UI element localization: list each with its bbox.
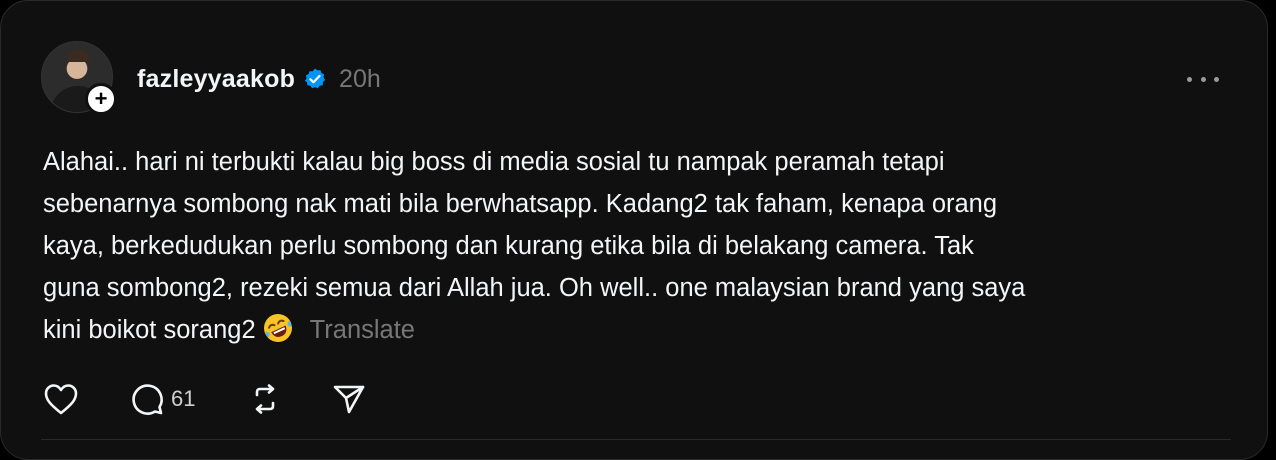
post-text-line: sebenarnya sombong nak mati bila berwhat…: [43, 190, 998, 218]
post-card: + fazleyyaakob 20h Alahai.. hari ni terb…: [0, 0, 1268, 460]
avatar-hair: [66, 50, 90, 62]
comment-icon: [132, 384, 163, 415]
repost-icon: [256, 384, 275, 414]
post-header: fazleyyaakob 20h: [137, 61, 381, 97]
post-text-line: Alahai.. hari ni terbukti kalau big boss…: [43, 148, 945, 176]
rolling-on-floor-laughing-emoji: [262, 312, 294, 344]
avatar-container[interactable]: +: [41, 41, 117, 115]
more-dot: [1214, 76, 1219, 82]
post-body: Alahai.. hari ni terbukti kalau big boss…: [43, 141, 1233, 351]
post-text-line: guna sombong2, rezeki semua dari Allah j…: [43, 274, 1026, 302]
post-text-line: kini boikot sorang2: [43, 316, 256, 344]
share-button[interactable]: [331, 379, 367, 419]
verified-badge-icon: [303, 67, 327, 91]
reply-button[interactable]: 61: [129, 379, 195, 419]
translate-link[interactable]: Translate: [310, 316, 415, 344]
more-dot: [1200, 76, 1206, 82]
post-timestamp[interactable]: 20h: [339, 65, 381, 94]
like-button[interactable]: [43, 379, 83, 419]
more-dot: [1187, 76, 1192, 82]
send-icon: [334, 385, 365, 414]
post-actions: 61: [43, 379, 367, 419]
repost-button[interactable]: [247, 379, 283, 419]
follow-plus-icon[interactable]: +: [85, 83, 117, 115]
more-options-icon[interactable]: [1187, 67, 1219, 91]
post-text-line: kaya, berkedudukan perlu sombong dan kur…: [43, 232, 974, 260]
username[interactable]: fazleyyaakob: [137, 65, 295, 94]
divider: [41, 439, 1231, 440]
heart-icon: [44, 384, 78, 415]
post-text-last-line: kini boikot sorang2 Translate: [43, 309, 1233, 351]
reply-count: 61: [171, 386, 196, 411]
